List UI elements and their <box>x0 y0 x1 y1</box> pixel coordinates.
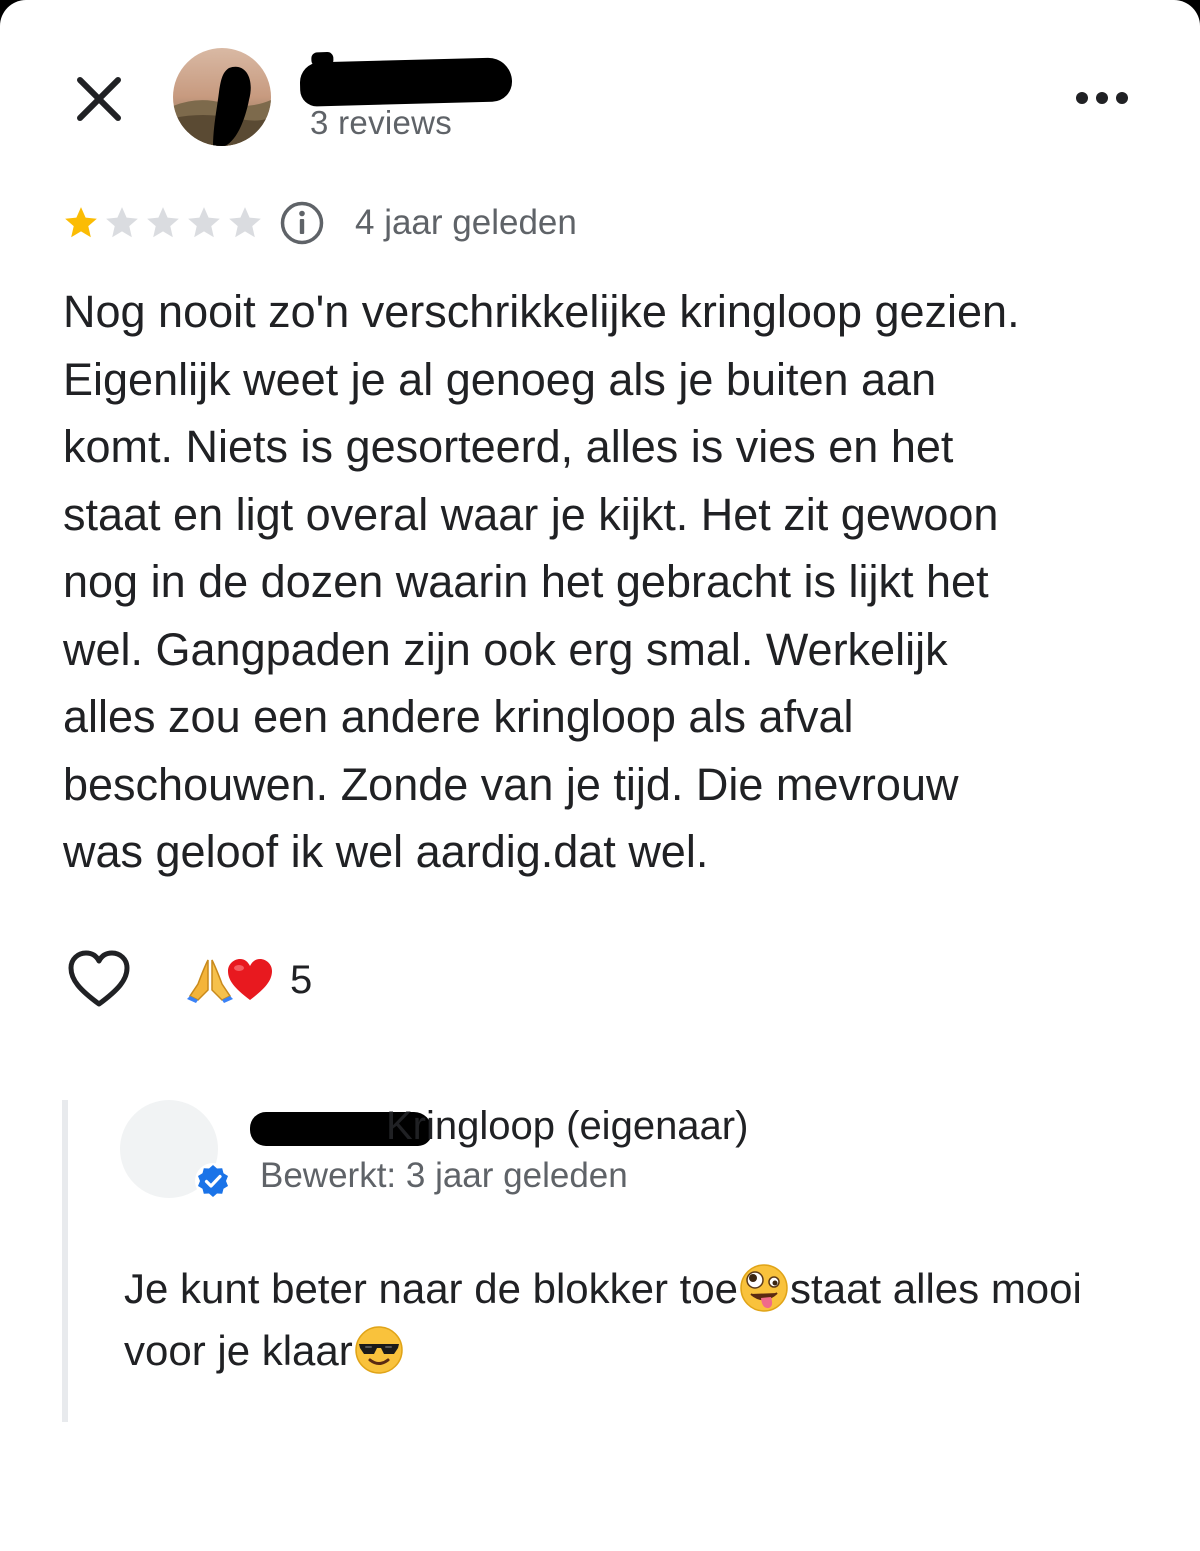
info-icon[interactable] <box>279 200 325 246</box>
review-sheet: 3 reviews 4 jaar geleden Nog nooit zo'n … <box>0 0 1200 1551</box>
star-empty-icon <box>147 207 179 238</box>
close-icon[interactable] <box>70 70 128 128</box>
owner-reply: Kringloop (eigenaar) Bewerkt: 3 jaar gel… <box>62 1100 1168 1422</box>
reply-text: Je kunt beter naar de blokker toe staat … <box>124 1258 1124 1382</box>
red-heart-icon <box>228 959 272 1000</box>
rating-row: 4 jaar geleden <box>62 200 577 246</box>
review-text: Nog nooit zo'n verschrikkelijke kringloo… <box>63 286 1020 877</box>
star-empty-icon <box>106 207 138 238</box>
star-empty-icon <box>188 207 220 238</box>
star-rating <box>62 204 267 242</box>
heart-outline-icon[interactable] <box>66 948 132 1010</box>
review-count[interactable]: 3 reviews <box>310 104 452 142</box>
reactions-summary[interactable]: 5 <box>186 952 312 1008</box>
sunglasses-face-icon <box>355 1326 403 1374</box>
reply-text-part1: Je kunt beter naar de blokker toe <box>124 1265 739 1312</box>
reaction-count: 5 <box>290 957 313 1002</box>
star-empty-icon <box>229 207 261 238</box>
verified-badge-icon <box>195 1163 231 1199</box>
more-horizontal-icon[interactable] <box>1072 86 1132 110</box>
owner-name: Kringloop (eigenaar) <box>386 1104 749 1148</box>
reply-date: Bewerkt: 3 jaar geleden <box>260 1156 628 1195</box>
review-date: 4 jaar geleden <box>355 203 577 242</box>
star-filled-icon <box>65 207 97 238</box>
reviewer-avatar[interactable] <box>173 48 271 146</box>
reviewer-name-redacted <box>299 57 513 107</box>
zany-face-icon <box>740 1264 788 1312</box>
